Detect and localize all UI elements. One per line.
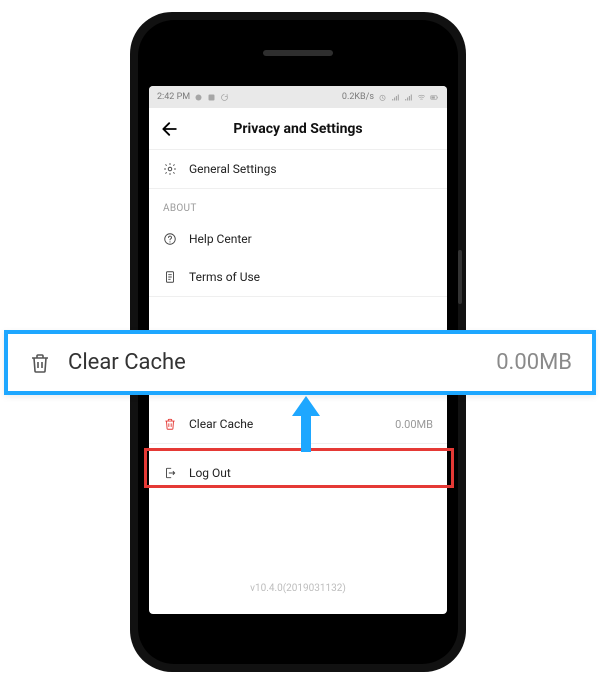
row-help-center[interactable]: Help Center <box>149 220 447 258</box>
row-label: General Settings <box>189 162 277 176</box>
version-text: v10.4.0(2019031132) <box>149 567 447 614</box>
document-icon <box>163 270 177 284</box>
row-log-out[interactable]: Log Out <box>149 454 447 492</box>
signal-icon <box>404 93 413 102</box>
row-label: Help Center <box>189 232 252 246</box>
battery-icon <box>430 93 439 102</box>
gap <box>149 444 447 454</box>
help-icon <box>163 232 177 246</box>
row-terms-of-use[interactable]: Terms of Use <box>149 258 447 297</box>
page-header: Privacy and Settings <box>149 108 447 150</box>
alarm-icon <box>378 93 387 102</box>
row-clear-cache[interactable]: Clear Cache 0.00MB <box>149 405 447 443</box>
gear-icon <box>163 162 177 176</box>
flex-spacer <box>149 492 447 567</box>
callout-label: Clear Cache <box>68 350 186 375</box>
wifi-icon <box>417 93 426 102</box>
phone-side-button <box>458 250 462 304</box>
status-time: 2:42 PM <box>157 92 190 102</box>
phone-speaker <box>263 50 333 56</box>
page-title: Privacy and Settings <box>159 121 437 137</box>
row-label: Log Out <box>189 466 231 480</box>
row-general-settings[interactable]: General Settings <box>149 150 447 189</box>
annotation-callout: Clear Cache 0.00MB <box>4 330 596 395</box>
callout-value: 0.00MB <box>496 350 572 375</box>
section-label-about: ABOUT <box>149 189 447 220</box>
status-net: 0.2KB/s <box>342 92 374 102</box>
trash-icon <box>163 417 177 431</box>
row-label: Terms of Use <box>189 270 260 284</box>
signal-icon <box>391 93 400 102</box>
logout-icon <box>163 466 177 480</box>
status-icon <box>194 93 203 102</box>
trash-icon <box>28 351 52 375</box>
refresh-icon <box>220 93 229 102</box>
status-icon <box>207 93 216 102</box>
row-label: Clear Cache <box>189 417 253 431</box>
row-value: 0.00MB <box>395 418 433 431</box>
status-bar: 2:42 PM 0.2KB/s <box>149 86 447 108</box>
